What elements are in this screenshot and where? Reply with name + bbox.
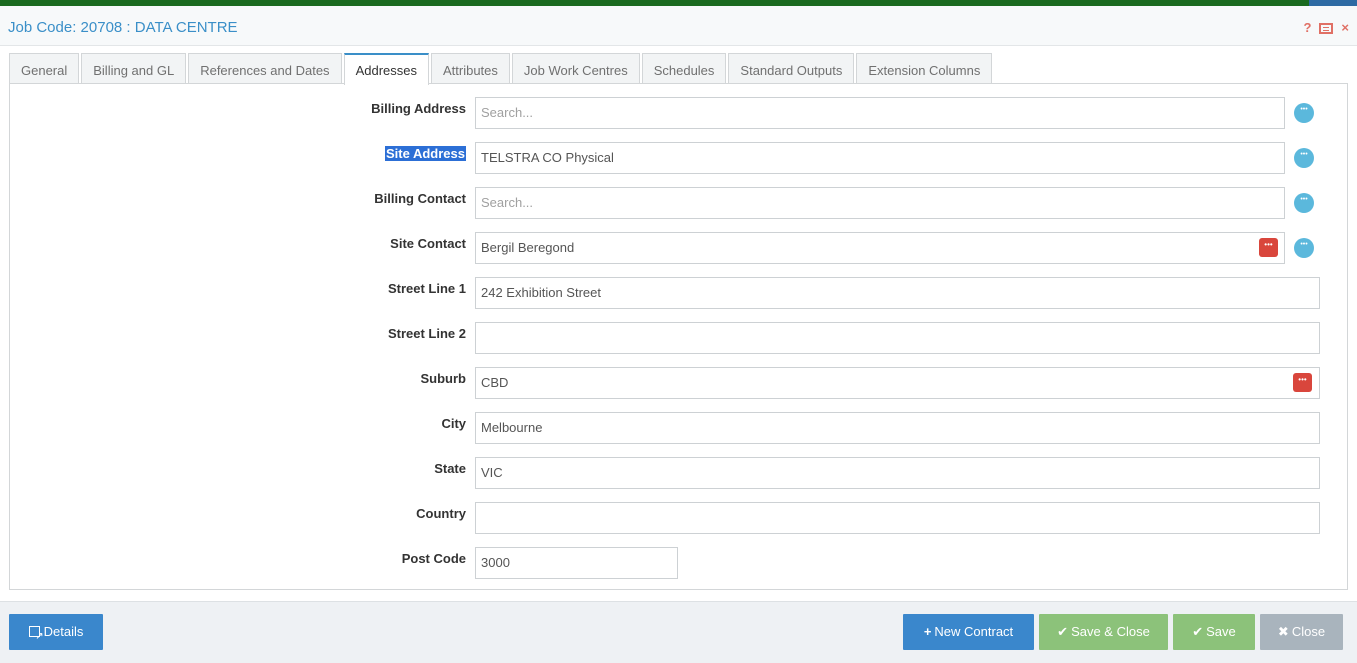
details-button-label: Details (43, 624, 84, 639)
site-address-input[interactable]: TELSTRA CO Physical (475, 142, 1285, 174)
dialog-footer: Details +New Contract ✔Save & Close ✔Sav… (0, 601, 1357, 663)
help-icon[interactable]: ? (1303, 21, 1311, 35)
country-label: Country (416, 506, 466, 521)
close-x-icon: ✖ (1277, 624, 1289, 639)
row-billing-address: Billing Address Search... (10, 97, 1349, 129)
city-input[interactable]: Melbourne (475, 412, 1320, 444)
save-and-close-button[interactable]: ✔ Save & Close (1039, 614, 1168, 650)
new-contract-button-label: New Contract (934, 624, 1014, 639)
country-input[interactable] (475, 502, 1320, 534)
addresses-panel: Billing Address Search... Site Address T… (9, 83, 1348, 590)
tab-addresses[interactable]: Addresses (343, 53, 429, 85)
billing-address-lookup-button[interactable] (1294, 103, 1314, 123)
state-label: State (434, 461, 466, 476)
site-address-lookup-button[interactable] (1294, 148, 1314, 168)
row-site-address: Site Address TELSTRA CO Physical (10, 142, 1349, 174)
suburb-label: Suburb (420, 371, 467, 386)
billing-address-label: Billing Address (371, 101, 466, 116)
close-button-label: Close (1291, 624, 1326, 639)
close-button[interactable]: ✖ Close (1260, 614, 1343, 650)
plus-icon: + (923, 624, 932, 639)
billing-contact-input[interactable]: Search... (475, 187, 1285, 219)
row-post-code: Post Code 3000 (10, 547, 1349, 579)
save-button[interactable]: ✔ Save (1173, 614, 1255, 650)
street-line-2-input[interactable] (475, 322, 1320, 354)
site-contact-more-button[interactable] (1259, 238, 1278, 257)
tab-references-and-dates[interactable]: References and Dates (188, 53, 342, 84)
check-icon: ✔ (1192, 624, 1204, 639)
post-code-input[interactable]: 3000 (475, 547, 678, 579)
row-city: City Melbourne (10, 412, 1349, 444)
row-street-line-2: Street Line 2 (10, 322, 1349, 354)
city-label: City (441, 416, 466, 431)
row-street-line-1: Street Line 1 242 Exhibition Street (10, 277, 1349, 309)
street-line-2-label: Street Line 2 (387, 326, 466, 341)
tab-bar: General Billing and GL References and Da… (9, 53, 994, 85)
row-billing-contact: Billing Contact Search... (10, 187, 1349, 219)
post-code-label: Post Code (401, 551, 466, 566)
site-contact-label: Site Contact (390, 236, 466, 251)
row-country: Country (10, 502, 1349, 534)
save-and-close-button-label: Save & Close (1071, 624, 1150, 639)
suburb-more-button[interactable] (1293, 373, 1312, 392)
check-icon: ✔ (1057, 624, 1069, 639)
site-address-label: Site Address (385, 146, 466, 161)
site-contact-input[interactable]: Bergil Beregond (475, 232, 1285, 264)
list-icon[interactable] (1319, 22, 1334, 34)
suburb-input[interactable]: CBD (475, 367, 1320, 399)
external-link-icon (28, 619, 44, 655)
tab-attributes[interactable]: Attributes (430, 53, 510, 84)
new-contract-button[interactable]: + New Contract (903, 614, 1034, 650)
tab-schedules[interactable]: Schedules (641, 53, 727, 84)
header-icons: ? × (1303, 21, 1349, 35)
row-suburb: Suburb CBD (10, 367, 1349, 399)
tab-standard-outputs[interactable]: Standard Outputs (728, 53, 855, 84)
row-state: State VIC (10, 457, 1349, 489)
save-button-label: Save (1206, 624, 1236, 639)
dialog-header: Job Code: 20708 : DATA CENTRE ? × (0, 6, 1357, 46)
row-site-contact: Site Contact Bergil Beregond (10, 232, 1349, 264)
street-line-1-label: Street Line 1 (387, 281, 466, 296)
state-input[interactable]: VIC (475, 457, 1320, 489)
billing-contact-label: Billing Contact (374, 191, 466, 206)
details-button[interactable]: Details (9, 614, 103, 655)
close-icon[interactable]: × (1341, 21, 1349, 35)
dialog-title: Job Code: 20708 : DATA CENTRE (8, 19, 238, 36)
tab-job-work-centres[interactable]: Job Work Centres (511, 53, 640, 84)
tab-extension-columns[interactable]: Extension Columns (856, 53, 993, 84)
tab-general[interactable]: General (9, 53, 80, 84)
billing-address-input[interactable]: Search... (475, 97, 1285, 129)
billing-contact-lookup-button[interactable] (1294, 193, 1314, 213)
site-contact-lookup-button[interactable] (1294, 238, 1314, 258)
tab-billing-and-gl[interactable]: Billing and GL (81, 53, 187, 84)
street-line-1-input[interactable]: 242 Exhibition Street (475, 277, 1320, 309)
